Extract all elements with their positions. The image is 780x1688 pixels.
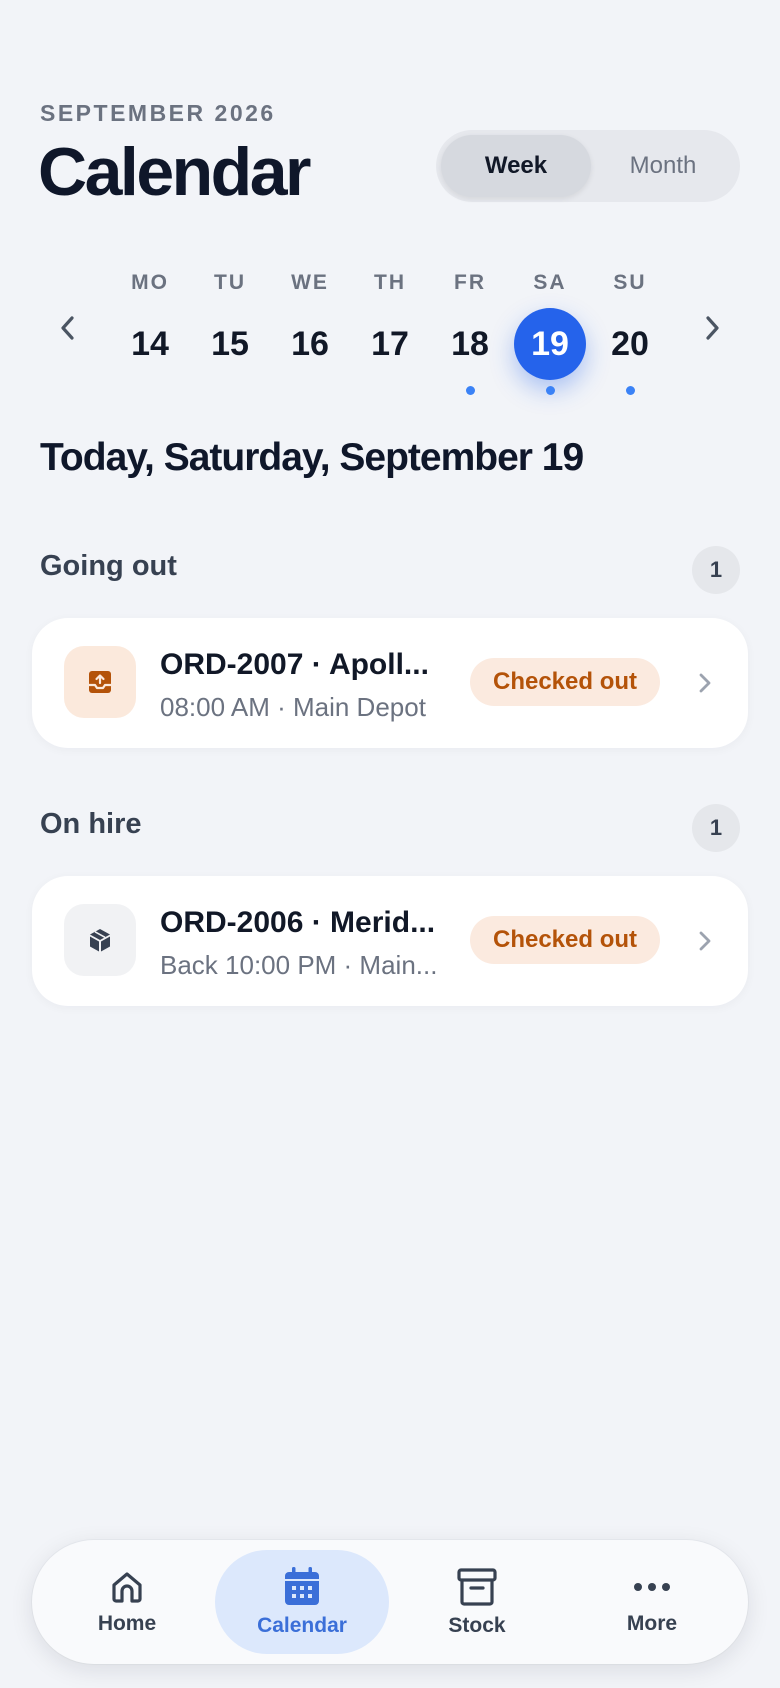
tray-upload-icon [64,646,136,718]
event-dot [625,386,635,395]
view-toggle: Week Month [436,130,740,202]
day-number: 17 [371,324,409,363]
section-title-on-hire: On hire [40,808,142,840]
nav-label: More [626,1612,678,1635]
previous-week-button[interactable] [48,308,88,348]
nav-item-calendar[interactable]: Calendar [215,1550,389,1654]
day-20[interactable]: SU 20 [590,268,670,398]
section-title-going-out: Going out [40,550,177,582]
day-19-selected[interactable]: SA 19 [510,268,590,398]
order-subtitle: 08:00 AM · Main Depot [160,692,426,722]
chevron-right-icon [690,666,720,700]
more-dots-icon [634,1583,670,1591]
order-title: ORD-2007 · Apoll... [160,648,429,681]
day-label: SA [533,271,567,294]
day-17[interactable]: TH 17 [350,268,430,398]
going-out-count-badge: 1 [692,546,740,594]
order-card-on-hire[interactable]: ORD-2006 · Merid... Back 10:00 PM · Main… [32,876,748,1006]
day-number: 19 [514,308,586,380]
day-16[interactable]: WE 16 [270,268,350,398]
day-number: 18 [451,324,489,363]
page-title: Calendar [38,134,312,210]
day-number: 15 [211,324,249,363]
nav-label: Calendar [257,1614,347,1637]
month-view-button[interactable]: Month [591,135,735,197]
home-icon [112,1572,142,1603]
day-label: SU [613,271,647,294]
chevron-right-icon [690,924,720,958]
on-hire-count-badge: 1 [692,804,740,852]
order-card-going-out[interactable]: ORD-2007 · Apoll... 08:00 AM · Main Depo… [32,618,748,748]
bottom-nav: Home Calendar Stock More [32,1540,748,1664]
day-label: TH [374,271,406,294]
nav-item-home[interactable]: Home [40,1550,214,1654]
order-subtitle: Back 10:00 PM · Main... [160,950,438,980]
day-15[interactable]: TU 15 [190,268,270,398]
archive-box-icon [457,1568,497,1606]
calendar-screen: SEPTEMBER 2026 Calendar Week Month MO 14… [0,0,780,1688]
nav-label: Stock [448,1614,506,1637]
day-number: 14 [131,324,169,363]
nav-label: Home [97,1612,157,1635]
next-week-button[interactable] [692,308,732,348]
day-18[interactable]: FR 18 [430,268,510,398]
day-number: 16 [291,324,329,363]
status-badge: Checked out [470,658,660,706]
month-eyebrow: SEPTEMBER 2026 [40,100,276,126]
chevron-right-icon [706,316,719,340]
nav-item-stock[interactable]: Stock [390,1550,564,1654]
status-badge: Checked out [470,916,660,964]
event-dot [545,386,555,395]
calendar-icon [285,1567,319,1605]
day-label: WE [291,271,329,294]
event-dot [465,386,475,395]
date-heading: Today, Saturday, September 19 [40,436,584,479]
box-icon [64,904,136,976]
week-view-button[interactable]: Week [441,135,591,197]
day-label: TU [214,271,246,294]
day-14[interactable]: MO 14 [110,268,190,398]
nav-item-more[interactable]: More [565,1550,739,1654]
day-label: MO [131,271,169,294]
order-title: ORD-2006 · Merid... [160,906,436,939]
day-label: FR [454,271,486,294]
chevron-left-icon [61,316,74,340]
day-number: 20 [611,324,649,363]
